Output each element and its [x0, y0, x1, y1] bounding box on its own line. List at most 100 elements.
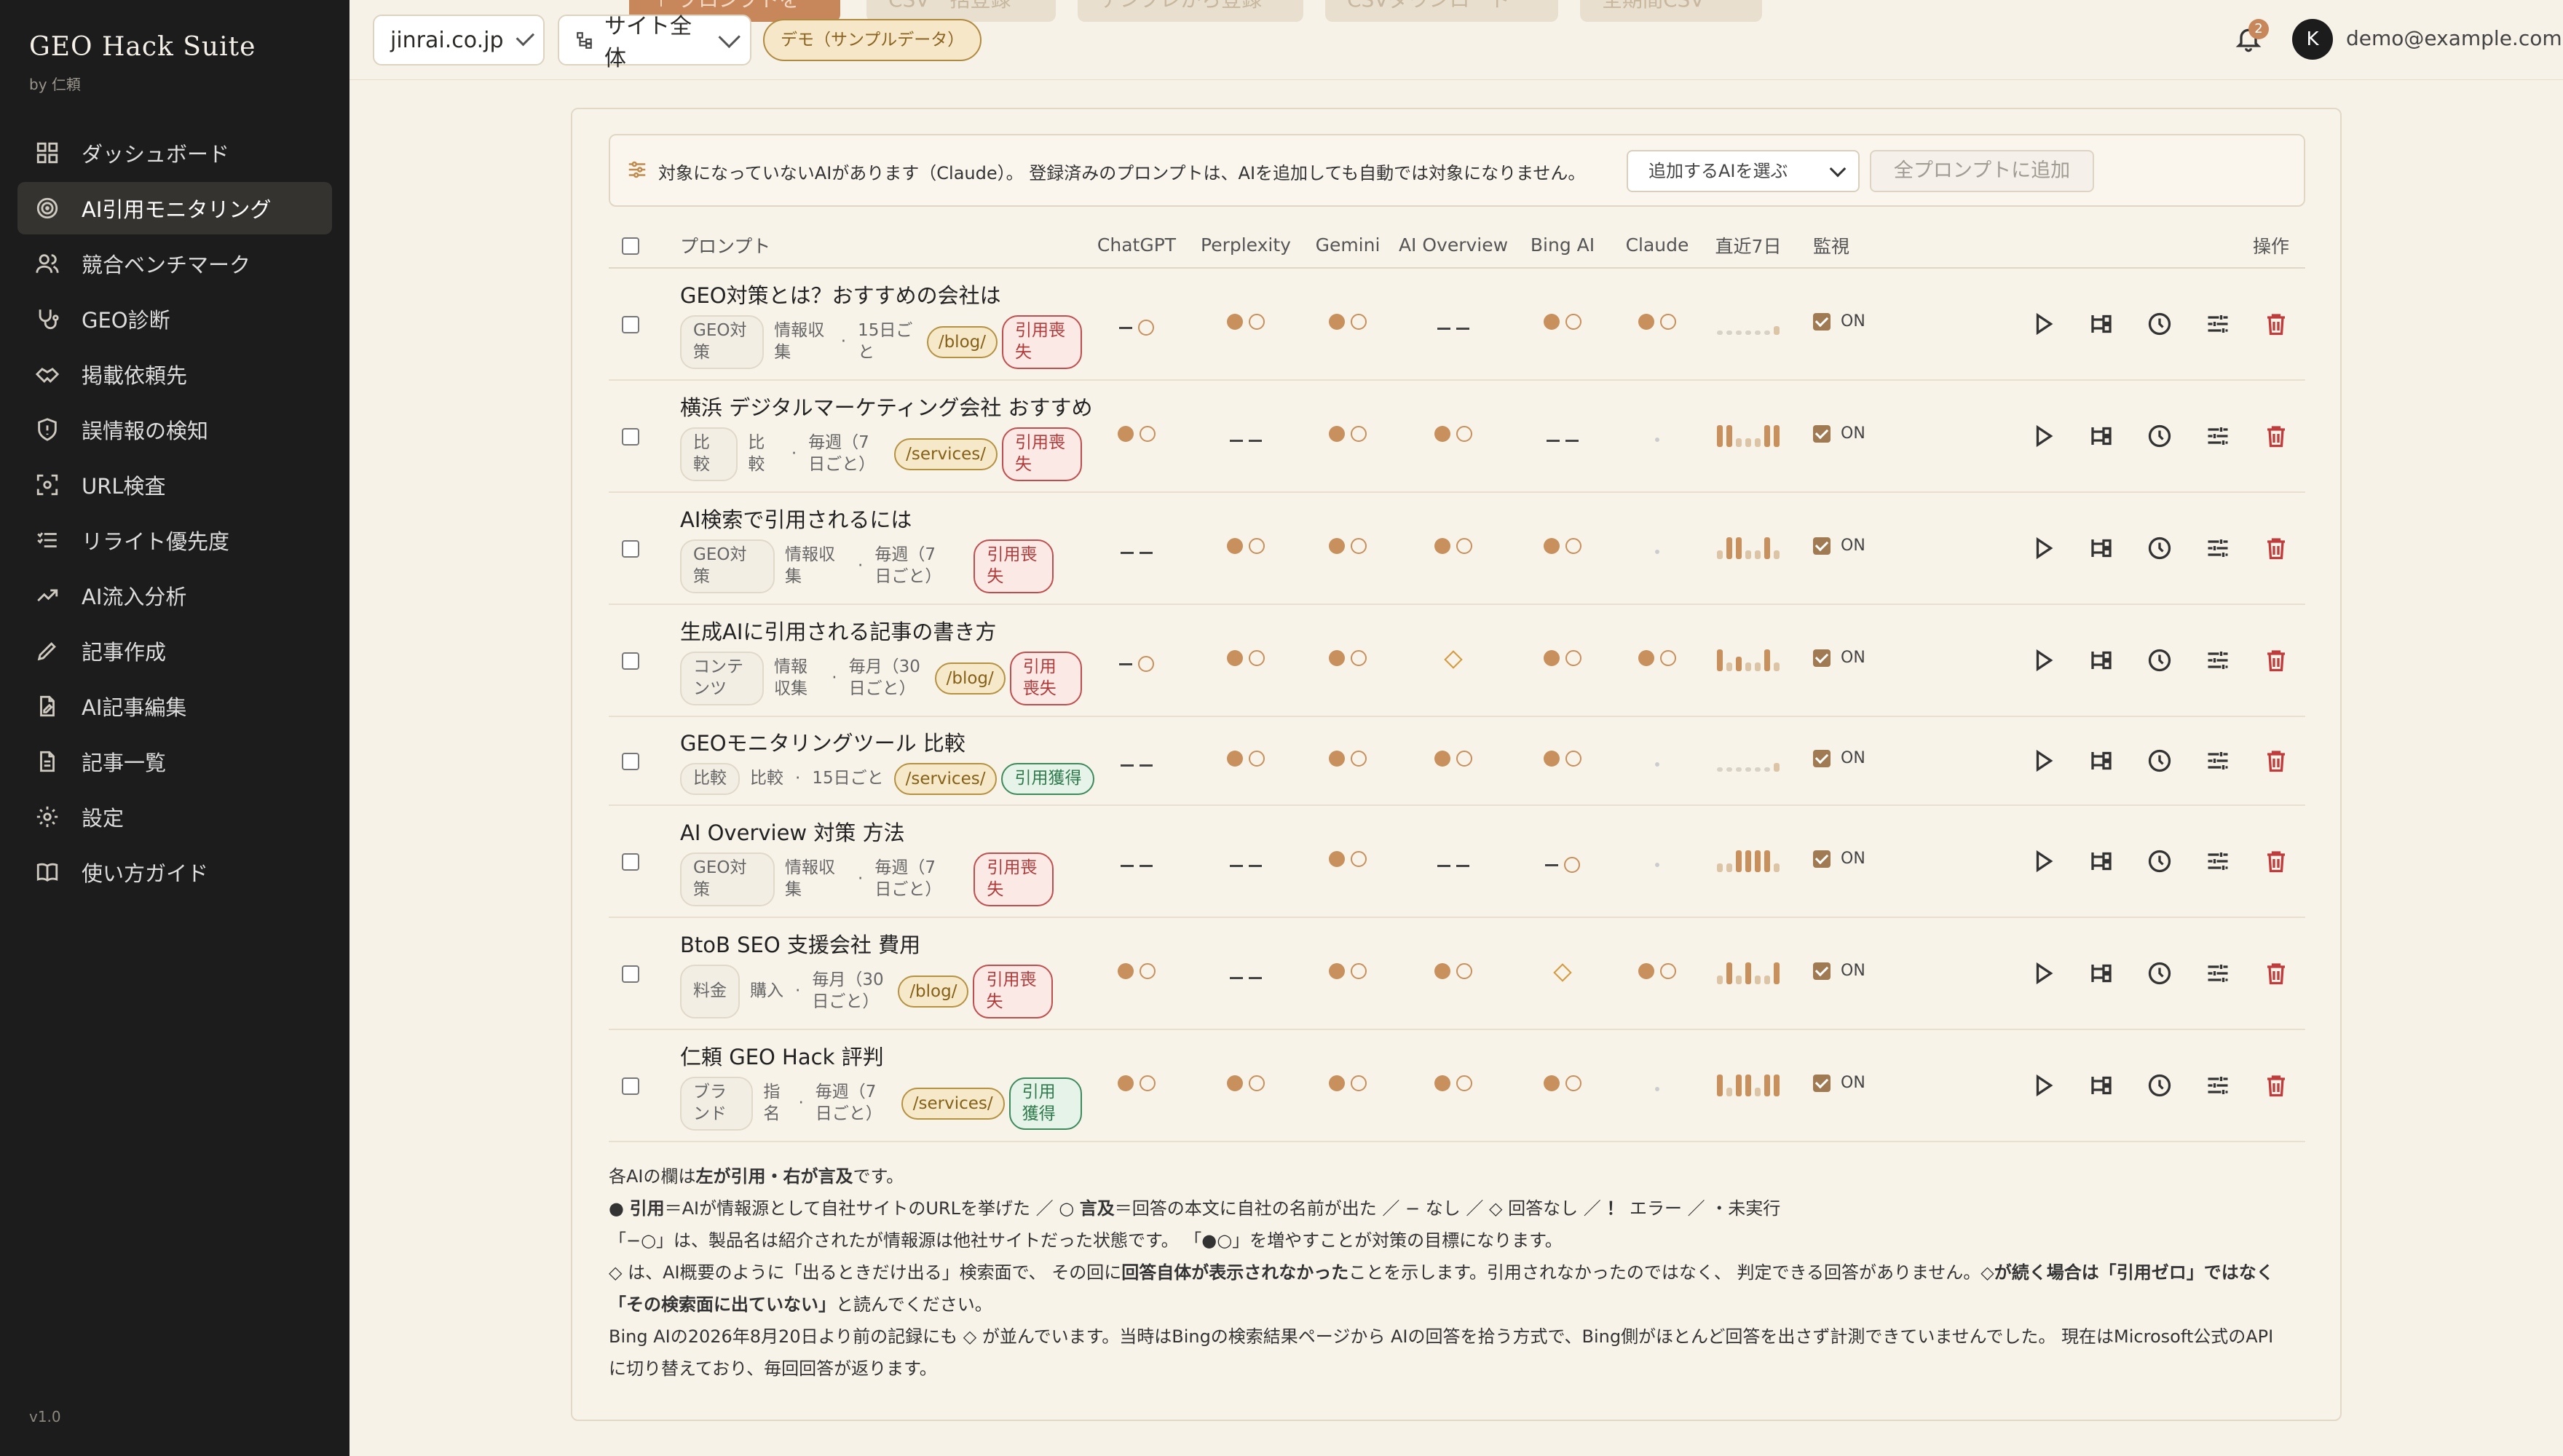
- monitor-toggle[interactable]: ON: [1813, 312, 1865, 331]
- run-icon[interactable]: [2030, 1072, 2056, 1099]
- monitor-checkbox[interactable]: [1813, 649, 1831, 667]
- run-icon[interactable]: [2030, 647, 2056, 673]
- tree-icon[interactable]: [2088, 535, 2114, 561]
- sidebar-item-scan[interactable]: URL検査: [17, 459, 332, 511]
- monitor-toggle[interactable]: ON: [1813, 962, 1865, 980]
- trash-icon[interactable]: [2263, 423, 2289, 449]
- history-icon[interactable]: [2147, 535, 2173, 561]
- row-checkbox[interactable]: [622, 1077, 639, 1095]
- settings-sliders-icon[interactable]: [2205, 647, 2231, 673]
- template-register-button[interactable]: テンプレから登録: [1078, 0, 1303, 22]
- table-row[interactable]: AI Overview 対策 方法 GEO対策 情報収集 · 毎週（7日ごと） 引用喪失 O…: [609, 805, 2305, 918]
- monitor-checkbox[interactable]: [1813, 749, 1831, 767]
- table-row[interactable]: GEO対策とは？おすすめの会社は GEO対策 情報収集 · 15日ごと/blog/引用喪…: [609, 268, 2305, 381]
- sidebar-item-shield[interactable]: 誤情報の検知: [17, 403, 332, 456]
- monitor-toggle[interactable]: ON: [1813, 424, 1865, 443]
- tree-icon[interactable]: [2088, 311, 2114, 337]
- row-checkbox[interactable]: [622, 652, 639, 670]
- table-row[interactable]: BtoB SEO 支援会社 費用 料金 購入 · 毎月（30日ごと） /blog/引用喪失…: [609, 917, 2305, 1030]
- sidebar-item-file-list[interactable]: 記事一覧: [17, 735, 332, 788]
- add-engine-select[interactable]: 追加するAIを選ぶ: [1627, 150, 1860, 192]
- monitor-toggle[interactable]: ON: [1813, 850, 1865, 868]
- monitor-checkbox[interactable]: [1813, 424, 1831, 443]
- history-icon[interactable]: [2147, 311, 2173, 337]
- run-icon[interactable]: [2030, 311, 2056, 337]
- brand-logo[interactable]: GEO Hack Suite: [29, 32, 256, 62]
- all-period-csv-button[interactable]: 全期間CSV: [1580, 0, 1762, 22]
- monitor-checkbox[interactable]: [1813, 312, 1831, 331]
- user-email[interactable]: demo@example.com: [2346, 26, 2562, 50]
- monitor-toggle[interactable]: ON: [1813, 649, 1865, 667]
- trash-icon[interactable]: [2263, 535, 2289, 561]
- history-icon[interactable]: [2147, 423, 2173, 449]
- row-checkbox[interactable]: [622, 315, 639, 333]
- prompt-title[interactable]: 横浜 デジタルマーケティング会社 おすすめ: [680, 391, 1093, 422]
- monitor-toggle[interactable]: ON: [1813, 1074, 1865, 1092]
- trash-icon[interactable]: [2263, 1072, 2289, 1099]
- monitor-toggle[interactable]: ON: [1813, 749, 1865, 767]
- sidebar-item-list[interactable]: リライト優先度: [17, 514, 332, 566]
- table-row[interactable]: 生成AIに引用される記事の書き方 コンテンツ 情報収集 · 毎月（30日ごと） /blog…: [609, 604, 2305, 717]
- history-icon[interactable]: [2147, 1072, 2173, 1099]
- prompt-title[interactable]: BtoB SEO 支援会社 費用: [680, 928, 1082, 959]
- sidebar-item-handshake[interactable]: 掲載依頼先: [17, 348, 332, 400]
- settings-sliders-icon[interactable]: [2205, 960, 2231, 986]
- table-row[interactable]: GEOモニタリングツール 比較 比較 比較 · 15日ごと/services/引用獲得 O…: [609, 716, 2305, 806]
- trash-icon[interactable]: [2263, 748, 2289, 774]
- domain-select[interactable]: jinrai.co.jp: [373, 15, 545, 66]
- tree-icon[interactable]: [2088, 423, 2114, 449]
- monitor-toggle[interactable]: ON: [1813, 537, 1865, 555]
- table-row[interactable]: 横浜 デジタルマーケティング会社 おすすめ 比較 比較 · 毎週（7日ごと） /servi…: [609, 380, 2305, 493]
- tree-icon[interactable]: [2088, 647, 2114, 673]
- monitor-checkbox[interactable]: [1813, 1074, 1831, 1092]
- history-icon[interactable]: [2147, 748, 2173, 774]
- run-icon[interactable]: [2030, 960, 2056, 986]
- row-checkbox[interactable]: [622, 752, 639, 770]
- prompt-title[interactable]: 仁頼 GEO Hack 評判: [680, 1040, 1082, 1071]
- trash-icon[interactable]: [2263, 647, 2289, 673]
- tree-icon[interactable]: [2088, 960, 2114, 986]
- sidebar-item-pen[interactable]: 記事作成: [17, 625, 332, 677]
- prompt-title[interactable]: GEOモニタリングツール 比較: [680, 727, 1082, 757]
- sidebar-item-book[interactable]: 使い方ガイド: [17, 846, 332, 898]
- prompt-title[interactable]: AI検索で引用されるには: [680, 503, 1082, 534]
- row-checkbox[interactable]: [622, 427, 639, 446]
- monitor-checkbox[interactable]: [1813, 537, 1831, 555]
- table-row[interactable]: 仁頼 GEO Hack 評判 ブランド 指名 · 毎週（7日ごと） /services/引…: [609, 1029, 2305, 1142]
- history-icon[interactable]: [2147, 848, 2173, 874]
- settings-sliders-icon[interactable]: [2205, 1072, 2231, 1099]
- tree-icon[interactable]: [2088, 748, 2114, 774]
- settings-sliders-icon[interactable]: [2205, 748, 2231, 774]
- sidebar-item-trend[interactable]: AI流入分析: [17, 569, 332, 622]
- monitor-checkbox[interactable]: [1813, 850, 1831, 868]
- csv-download-button[interactable]: CSVダウンロード: [1325, 0, 1558, 22]
- prompt-title[interactable]: GEO対策とは？おすすめの会社は: [680, 279, 1082, 309]
- settings-sliders-icon[interactable]: [2205, 311, 2231, 337]
- tree-icon[interactable]: [2088, 848, 2114, 874]
- run-icon[interactable]: [2030, 848, 2056, 874]
- scope-select[interactable]: サイト全体: [558, 14, 751, 71]
- monitor-checkbox[interactable]: [1813, 962, 1831, 980]
- table-row[interactable]: AI検索で引用されるには GEO対策 情報収集 · 毎週（7日ごと） 引用喪失 ON: [609, 492, 2305, 605]
- run-icon[interactable]: [2030, 748, 2056, 774]
- run-icon[interactable]: [2030, 423, 2056, 449]
- trash-icon[interactable]: [2263, 311, 2289, 337]
- history-icon[interactable]: [2147, 647, 2173, 673]
- settings-sliders-icon[interactable]: [2205, 848, 2231, 874]
- avatar[interactable]: K: [2292, 19, 2333, 60]
- sidebar-item-users[interactable]: 競合ベンチマーク: [17, 237, 332, 290]
- trash-icon[interactable]: [2263, 960, 2289, 986]
- sidebar-item-gear[interactable]: 設定: [17, 791, 332, 843]
- settings-sliders-icon[interactable]: [2205, 423, 2231, 449]
- sidebar-item-target[interactable]: AI引用モニタリング: [17, 182, 332, 234]
- row-checkbox[interactable]: [622, 539, 639, 558]
- select-all-checkbox[interactable]: [622, 237, 639, 255]
- run-icon[interactable]: [2030, 535, 2056, 561]
- prompt-title[interactable]: AI Overview 対策 方法: [680, 816, 1082, 847]
- settings-sliders-icon[interactable]: [2205, 535, 2231, 561]
- tree-icon[interactable]: [2088, 1072, 2114, 1099]
- trash-icon[interactable]: [2263, 848, 2289, 874]
- history-icon[interactable]: [2147, 960, 2173, 986]
- row-checkbox[interactable]: [622, 965, 639, 983]
- sidebar-item-file-edit[interactable]: AI記事編集: [17, 680, 332, 732]
